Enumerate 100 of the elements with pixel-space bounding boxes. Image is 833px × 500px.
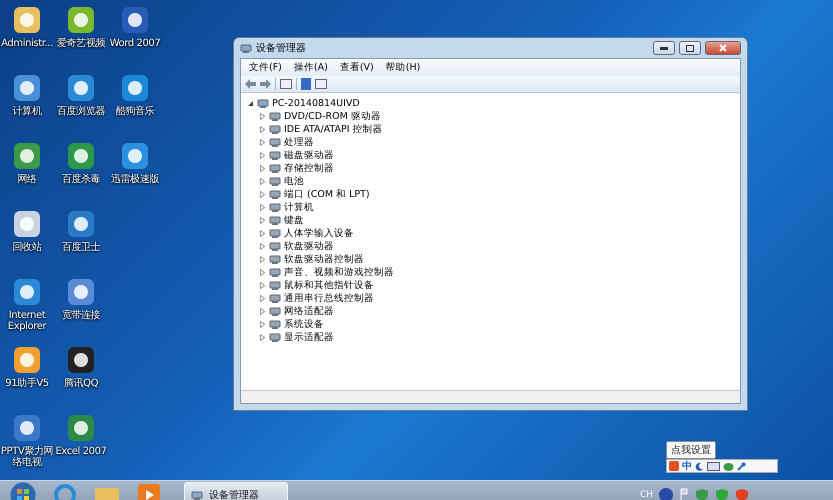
- app-icon[interactable]: [11, 344, 43, 376]
- close-button[interactable]: [705, 41, 741, 55]
- desktop-icon-label[interactable]: 计算机: [0, 106, 54, 117]
- device-icon: [269, 241, 281, 252]
- expand-arrow-icon[interactable]: [259, 282, 266, 289]
- device-icon: [269, 293, 281, 304]
- app-icon[interactable]: [11, 276, 43, 308]
- wrench-icon[interactable]: [737, 462, 746, 470]
- desktop-icon-label[interactable]: PPTV聚力网络电视: [0, 446, 54, 468]
- tree-node[interactable]: 系统设备: [284, 318, 324, 331]
- forward-arrow-icon[interactable]: [260, 79, 271, 89]
- expand-arrow-icon[interactable]: [259, 321, 266, 328]
- tree-node[interactable]: 存储控制器: [284, 162, 334, 175]
- tree-node[interactable]: IDE ATA/ATAPI 控制器: [284, 123, 383, 136]
- properties-icon[interactable]: [280, 79, 292, 89]
- desktop-icon-label[interactable]: Internet Explorer: [0, 310, 54, 332]
- expand-arrow-icon[interactable]: [259, 334, 266, 341]
- tree-node[interactable]: 计算机: [284, 201, 314, 214]
- tree-node[interactable]: 软盘驱动器: [284, 240, 334, 253]
- collapse-arrow-icon[interactable]: [247, 100, 254, 107]
- expand-arrow-icon[interactable]: [259, 113, 266, 120]
- expand-arrow-icon[interactable]: [259, 204, 266, 211]
- maximize-button[interactable]: [679, 41, 701, 55]
- desktop-icon-label[interactable]: Administr...: [0, 38, 54, 49]
- app-icon[interactable]: [65, 4, 97, 36]
- minimize-button[interactable]: [653, 41, 675, 55]
- expand-arrow-icon[interactable]: [259, 230, 266, 237]
- ime-mode-toggle[interactable]: 中: [682, 460, 692, 472]
- desktop-icon-label[interactable]: Excel 2007: [54, 446, 108, 457]
- expand-arrow-icon[interactable]: [259, 269, 266, 276]
- tree-node[interactable]: 软盘驱动器控制器: [284, 253, 364, 266]
- tree-node[interactable]: 磁盘驱动器: [284, 149, 334, 162]
- app-icon[interactable]: [11, 412, 43, 444]
- expand-arrow-icon[interactable]: [259, 126, 266, 133]
- device-icon: [269, 189, 281, 200]
- tree-node[interactable]: 通用串行总线控制器: [284, 292, 374, 305]
- panel-icon[interactable]: [315, 79, 327, 89]
- app-icon[interactable]: [65, 140, 97, 172]
- tree-node[interactable]: 声音、视频和游戏控制器: [284, 266, 394, 279]
- desktop-icon-label[interactable]: 迅雷极速版: [108, 174, 162, 185]
- expand-arrow-icon[interactable]: [259, 243, 266, 250]
- expand-arrow-icon[interactable]: [259, 295, 266, 302]
- menu-item[interactable]: 操作(A): [290, 60, 332, 75]
- tree-node[interactable]: 显示适配器: [284, 331, 334, 344]
- tree-node[interactable]: 网络适配器: [284, 305, 334, 318]
- expand-arrow-icon[interactable]: [259, 308, 266, 315]
- moon-icon[interactable]: [695, 462, 704, 470]
- desktop-icon-label[interactable]: 腾讯QQ: [54, 378, 108, 389]
- app-icon[interactable]: [65, 208, 97, 240]
- back-arrow-icon[interactable]: [245, 79, 256, 89]
- tree-node[interactable]: 人体学输入设备: [284, 227, 354, 240]
- app-icon[interactable]: [119, 4, 151, 36]
- expand-arrow-icon[interactable]: [259, 152, 266, 159]
- ime-logo-icon[interactable]: [669, 461, 679, 471]
- app-icon[interactable]: [11, 72, 43, 104]
- keyboard-icon[interactable]: [707, 462, 720, 470]
- tree-node[interactable]: 处理器: [284, 136, 314, 149]
- app-icon[interactable]: [65, 344, 97, 376]
- expand-arrow-icon[interactable]: [259, 256, 266, 263]
- device-icon: [269, 319, 281, 330]
- desktop-icon-label[interactable]: 爱奇艺视频: [54, 38, 108, 49]
- browser-icon[interactable]: [54, 484, 76, 500]
- flag-icon[interactable]: [679, 488, 689, 500]
- desktop-icon-label[interactable]: 91助手V5: [0, 378, 54, 389]
- device-icon: [269, 124, 281, 135]
- expand-arrow-icon[interactable]: [259, 191, 266, 198]
- desktop-icon-label[interactable]: Word 2007: [108, 38, 162, 49]
- app-icon[interactable]: [65, 412, 97, 444]
- app-icon[interactable]: [119, 140, 151, 172]
- desktop-icon-label[interactable]: 回收站: [0, 242, 54, 253]
- menu-item[interactable]: 查看(V): [336, 60, 378, 75]
- tree-node[interactable]: DVD/CD-ROM 驱动器: [284, 110, 381, 123]
- app-icon[interactable]: [11, 4, 43, 36]
- device-icon: [269, 306, 281, 317]
- shield-icon[interactable]: [735, 488, 749, 500]
- tree-node[interactable]: 端口 (COM 和 LPT): [284, 188, 370, 201]
- desktop-icon-label[interactable]: 百度杀毒: [54, 174, 108, 185]
- app-icon[interactable]: [11, 208, 43, 240]
- expand-arrow-icon[interactable]: [259, 139, 266, 146]
- expand-arrow-icon[interactable]: [259, 217, 266, 224]
- menu-item[interactable]: 文件(F): [245, 60, 286, 75]
- desktop-icon-label[interactable]: 百度卫士: [54, 242, 108, 253]
- expand-arrow-icon[interactable]: [259, 178, 266, 185]
- app-icon[interactable]: [65, 72, 97, 104]
- taskbar-task-button[interactable]: 设备管理器: [184, 482, 288, 500]
- tree-node[interactable]: 鼠标和其他指针设备: [284, 279, 374, 292]
- tree-node[interactable]: 键盘: [284, 214, 304, 227]
- desktop-icon-label[interactable]: 百度浏览器: [54, 106, 108, 117]
- tree-node[interactable]: 电池: [284, 175, 304, 188]
- menu-item[interactable]: 帮助(H): [382, 60, 424, 75]
- app-icon[interactable]: [11, 140, 43, 172]
- expand-arrow-icon[interactable]: [259, 165, 266, 172]
- device-icon: [269, 163, 281, 174]
- app-icon[interactable]: [119, 72, 151, 104]
- desktop-icon-label[interactable]: 网络: [0, 174, 54, 185]
- desktop-icon-label[interactable]: 宽带连接: [54, 310, 108, 321]
- media-player-icon[interactable]: [138, 484, 160, 500]
- desktop-icon-label[interactable]: 酷狗音乐: [108, 106, 162, 117]
- tree-node[interactable]: PC-20140814UIVD: [272, 98, 360, 109]
- app-icon[interactable]: [65, 276, 97, 308]
